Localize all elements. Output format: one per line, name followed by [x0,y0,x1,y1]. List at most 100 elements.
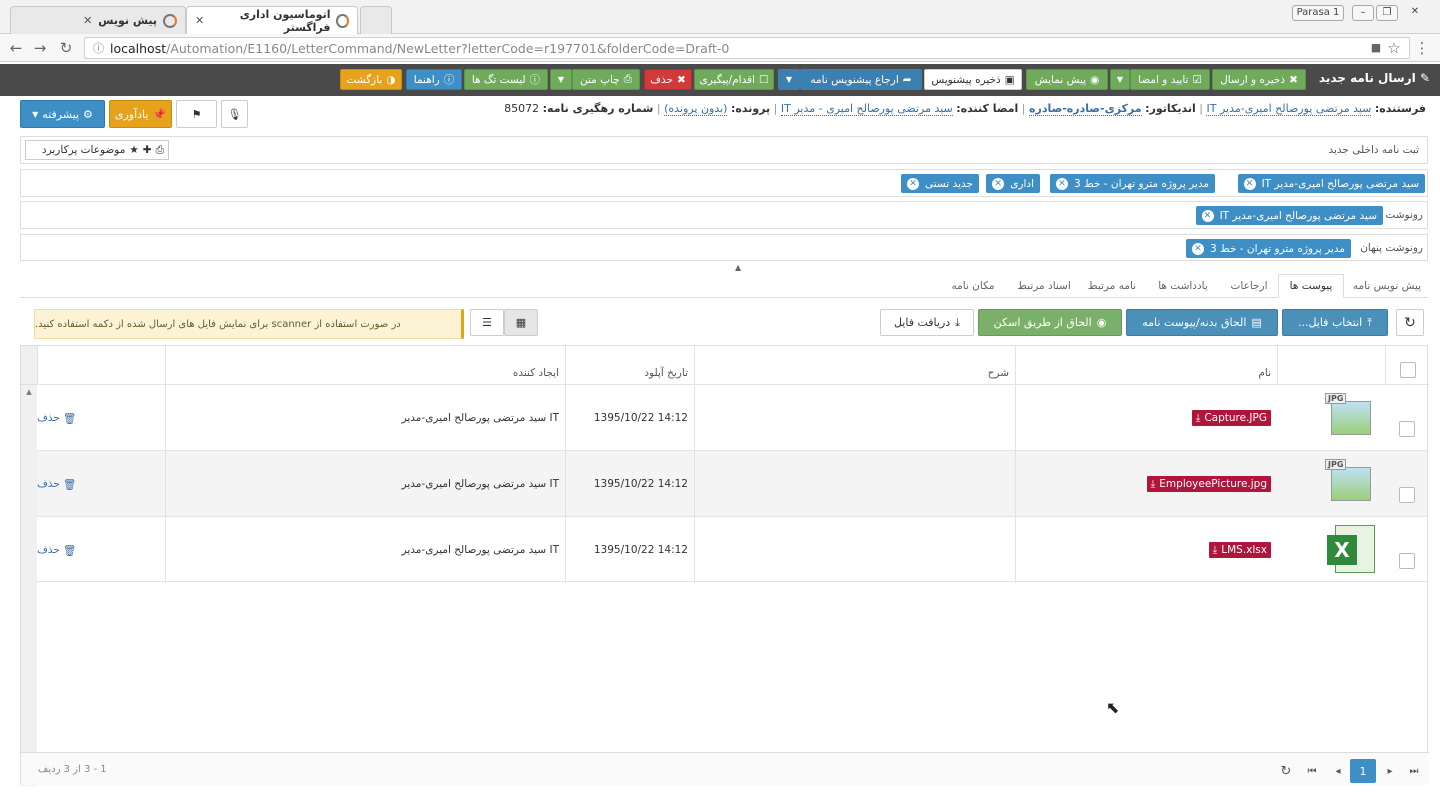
download-icon: ⤓ [1150,477,1156,490]
camera-icon[interactable]: ■ [1366,38,1386,58]
row-checkbox[interactable] [1399,421,1415,437]
cc-recipients-panel[interactable]: رونوشت سید مرتضی پورصالح امیری-مدیر IT ✕ [20,201,1428,229]
forward-arrow-icon[interactable]: → [30,38,50,58]
back-arrow-icon[interactable]: ← [6,38,26,58]
print-dropdown[interactable]: ▼ [550,69,572,90]
next-page-icon[interactable]: ▸ [1378,759,1402,783]
delete-action[interactable]: 🗑 حذف [37,451,165,517]
description-header[interactable]: شرح [694,346,1015,384]
delete-action[interactable]: 🗑 حذف [37,385,165,451]
scroll-up-icon[interactable]: ▲ [21,388,37,396]
recipient-chip[interactable]: اداری ✕ [986,174,1040,193]
upload-date-cell: 1395/10/22 14:12 [565,517,694,583]
url-input[interactable]: ⓘ localhost/Automation/E1160/LetterComma… [84,37,1410,59]
table-row[interactable]: JPG ⤓ EmployeePicture.jpg 1395/10/22 14:1… [37,450,1427,517]
name-header[interactable]: نام [1015,346,1277,384]
remove-chip-icon[interactable]: ✕ [1055,177,1068,190]
preview-button[interactable]: ◉ پیش نمایش [1026,69,1108,90]
refresh-button[interactable]: ↻ [1396,309,1424,336]
last-page-icon[interactable]: ⏭ [1402,759,1426,783]
remove-chip-icon[interactable]: ✕ [992,177,1005,190]
table-row[interactable]: JPG ⤓ Capture.JPG 1395/10/22 14:12 سید مر… [37,384,1427,451]
remove-chip-icon[interactable]: ✕ [1201,209,1214,222]
advanced-button[interactable]: ⚙ پیشرفته ▼ [20,100,105,128]
upload-date-cell: 1395/10/22 14:12 [565,385,694,451]
flag-button[interactable]: ⚑ [176,100,217,128]
file-link[interactable]: ⤓ LMS.xlsx [1208,542,1271,558]
row-checkbox[interactable] [1399,553,1415,569]
tab-referrals[interactable]: ارجاعات [1222,274,1276,298]
file-value[interactable]: (بدون پرونده) [664,102,728,116]
table-row[interactable]: X ⤓ LMS.xlsx 1395/10/22 14:12 سید مرتضی پ… [37,516,1427,583]
refresh-icon[interactable]: ↻ [1274,759,1298,783]
frequent-topics-button[interactable]: موضوعات پرکاربرد [42,144,125,156]
recipient-chip[interactable]: سید مرتضی پورصالح امیری-مدیر IT ✕ [1195,206,1383,225]
back-button[interactable]: ◑ بازگشت [340,69,402,90]
print-icon[interactable]: ⎙ [156,144,164,157]
attach-scan-button[interactable]: ◉ الحاق از طریق اسکن [978,309,1122,336]
remove-chip-icon[interactable]: ✕ [907,177,920,190]
to-recipients-panel[interactable]: سید مرتضی پورصالح امیری-مدیر IT ✕ مدیر پر… [20,169,1428,197]
tab-notes[interactable]: یادداشت ها [1146,274,1220,298]
reminder-button[interactable]: 📌 یادآوری [109,100,172,128]
first-page-icon[interactable]: ⏮ [1300,759,1324,783]
close-icon[interactable]: ✕ [195,14,204,27]
tab-letter-location[interactable]: مکان نامه [940,274,1006,298]
refer-draft-button[interactable]: ➦ ارجاع پیشنویس نامه [800,69,922,90]
close-window-icon[interactable]: ✕ [1404,5,1426,21]
file-link[interactable]: ⤓ EmployeePicture.jpg [1146,476,1271,492]
delete-action[interactable]: 🗑 حذف [37,517,165,583]
close-icon[interactable]: ✕ [83,14,92,27]
tab-related-letter[interactable]: نامه مرتبط [1080,274,1144,298]
save-draft-button[interactable]: ▣ ذخیره پیشنویس [924,69,1022,90]
remove-chip-icon[interactable]: ✕ [1191,242,1204,255]
tab-related-documents[interactable]: اسناد مرتبط [1008,274,1080,298]
plus-icon[interactable]: ✚ [143,144,152,156]
signer-value[interactable]: سید مرتضی پورصالح امیری - مدیر IT [780,102,953,116]
select-all-checkbox[interactable] [1400,362,1416,378]
print-text-button[interactable]: ⎙ چاپ متن [572,69,640,90]
restore-icon[interactable]: ❐ [1376,5,1398,21]
browser-tab-automation[interactable]: اتوماسیون اداری فراگستر ✕ [186,6,358,34]
row-checkbox[interactable] [1399,487,1415,503]
microphone-button[interactable]: 🎙 [221,100,248,128]
grid-view-button[interactable]: ▦ [504,309,538,336]
remove-chip-icon[interactable]: ✕ [1243,177,1256,190]
action-followup-button[interactable]: ☐ اقدام/پیگیری [694,69,774,90]
subject-input[interactable]: ثبت نامه داخلی جدید [1328,144,1419,156]
confirm-sign-button[interactable]: ☑ تایید و امضا [1130,69,1210,90]
collapse-caret-icon[interactable]: ▲ [735,263,741,272]
choose-file-button[interactable]: ⤒ انتخاب فایل... [1282,309,1388,336]
tag-list-button[interactable]: ⓘ لیست تگ ها [464,69,548,90]
refer-draft-dropdown[interactable]: ▼ [778,69,800,90]
recipient-chip[interactable]: سید مرتضی پورصالح امیری-مدیر IT ✕ [1237,174,1425,193]
indicator-value[interactable]: مرکزی-صادره-صادره [1029,102,1142,116]
sender-value[interactable]: سید مرتضی پورصالح امیری-مدیر IT [1206,102,1372,116]
upload-date-header[interactable]: تاریخ آپلود [565,346,694,384]
recipient-chip[interactable]: جدید تستی ✕ [901,174,979,193]
download-icon: ⤓ [1195,411,1201,424]
reload-icon[interactable]: ↻ [56,38,76,58]
file-link[interactable]: ⤓ Capture.JPG [1191,410,1271,426]
browser-tab-draft[interactable]: پیش نویس ✕ [10,6,186,34]
confirm-sign-dropdown[interactable]: ▼ [1110,69,1130,90]
current-page-button[interactable]: 1 [1350,759,1376,783]
prev-page-icon[interactable]: ◂ [1326,759,1350,783]
new-tab-button[interactable] [360,6,392,34]
vertical-scrollbar[interactable]: ▲ [21,346,37,786]
bcc-recipients-panel[interactable]: رونوشت پنهان مدیر پروژه مترو تهران - خط … [20,234,1428,261]
save-send-button[interactable]: ✖ ذخیره و ارسال [1212,69,1306,90]
recipient-chip[interactable]: مدیر پروژه مترو تهران - خط 3 ✕ [1049,174,1215,193]
list-view-button[interactable]: ☰ [470,309,504,336]
help-button[interactable]: ⓘ راهنما [406,69,462,90]
menu-icon[interactable]: ⋮ [1412,38,1432,58]
download-file-button[interactable]: ⤓ دریافت فایل [880,309,974,336]
attach-letter-button[interactable]: ▤ الحاق بدنه/پیوست نامه [1126,309,1278,336]
bookmark-star-icon[interactable]: ☆ [1384,38,1404,58]
tab-attachments[interactable]: پیوست ها [1278,274,1344,298]
minimize-icon[interactable]: – [1352,5,1374,21]
recipient-chip[interactable]: مدیر پروژه مترو تهران - خط 3 ✕ [1185,239,1351,258]
delete-button[interactable]: ✖ حذف [644,69,692,90]
tab-draft[interactable]: پیش نویس نامه [1346,274,1428,298]
creator-header[interactable]: ایجاد کننده [165,346,565,384]
